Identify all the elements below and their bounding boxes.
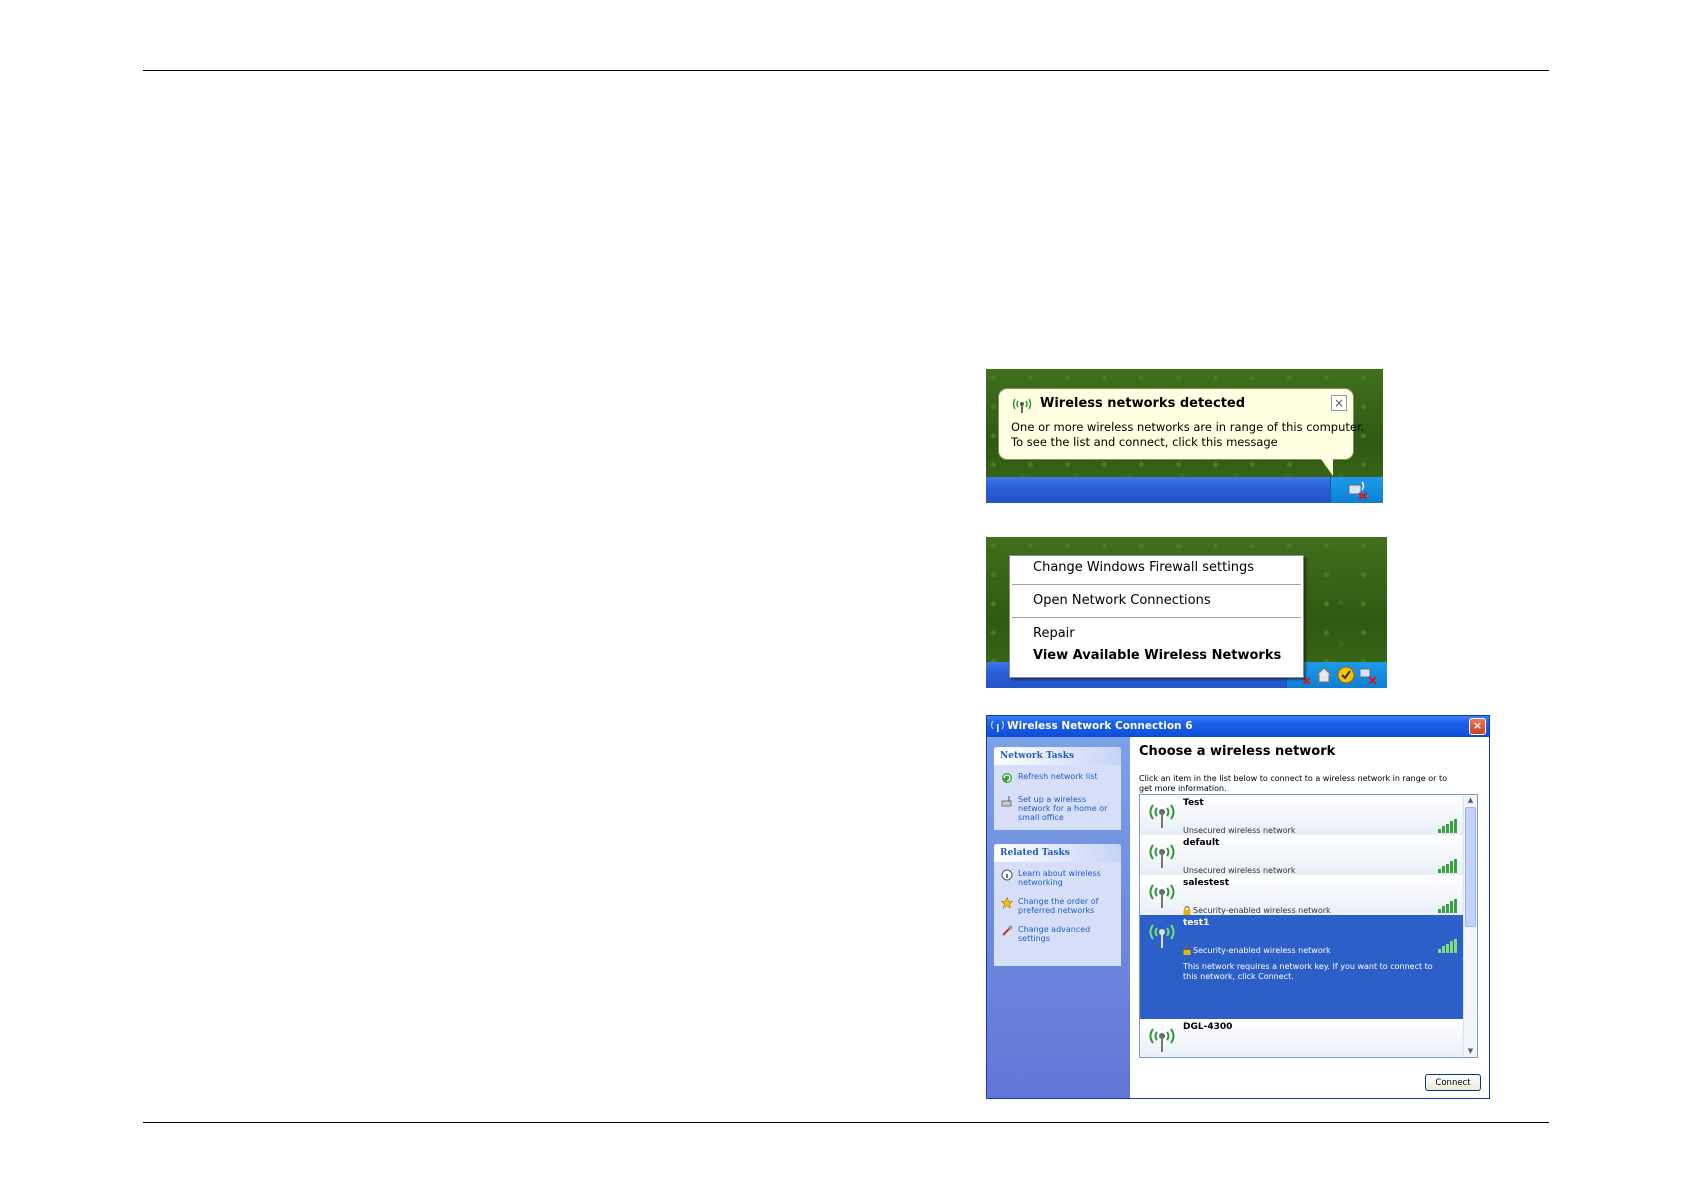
network-name: test1: [1183, 918, 1210, 928]
scroll-thumb[interactable]: [1465, 807, 1476, 927]
network-key-notice: This network requires a network key. If …: [1183, 962, 1433, 981]
wireless-setup-icon: [1001, 796, 1012, 807]
wireless-network-dialog: Wireless Network Connection 6 × Network …: [986, 715, 1490, 1099]
signal-strength-icon: [1438, 899, 1457, 913]
info-icon: [1001, 869, 1013, 881]
antenna-icon: [1149, 884, 1175, 908]
network-status: Security-enabled wireless network: [1193, 906, 1331, 915]
dialog-title-bar: Wireless Network Connection 6 ×: [987, 716, 1489, 737]
wireless-balloon[interactable]: Wireless networks detected One or more w…: [998, 388, 1364, 476]
network-item-default[interactable]: default Unsecured wireless network: [1140, 835, 1465, 876]
tray-context-menu: Change Windows Firewall settings Open Ne…: [1009, 555, 1304, 678]
context-menu-screenshot: Change Windows Firewall settings Open Ne…: [986, 537, 1387, 688]
antenna-icon: [1149, 804, 1175, 828]
menu-item-view-wireless-networks[interactable]: View Available Wireless Networks: [1033, 648, 1281, 663]
antenna-icon: [1149, 1028, 1175, 1052]
dialog-main-pane: Choose a wireless network Click an item …: [1130, 737, 1489, 1098]
signal-strength-icon: [1438, 859, 1457, 873]
menu-item-open-network-connections[interactable]: Open Network Connections: [1033, 593, 1211, 608]
network-tasks-header: Network Tasks: [994, 747, 1121, 765]
network-name: DGL-4300: [1183, 1022, 1233, 1032]
menu-item-repair[interactable]: Repair: [1033, 626, 1075, 641]
star-icon: [1001, 897, 1013, 909]
signal-strength-icon: [1438, 939, 1457, 953]
task-sidebar: Network Tasks Refresh network list Set u…: [987, 737, 1130, 1098]
choose-network-description: Click an item in the list below to conne…: [1139, 774, 1448, 793]
network-status: Unsecured wireless network: [1183, 826, 1296, 835]
lock-icon: [1183, 946, 1191, 955]
balloon-tail: [1321, 459, 1333, 476]
taskbar: [986, 477, 1383, 503]
network-name: default: [1183, 838, 1220, 848]
network-item-test1[interactable]: test1 Security-enabled wireless network …: [1140, 915, 1465, 1020]
network-disconnected-icon[interactable]: [1359, 666, 1377, 684]
menu-separator: [1012, 617, 1301, 618]
menu-item-firewall-settings[interactable]: Change Windows Firewall settings: [1033, 560, 1254, 575]
lock-icon: [1183, 906, 1191, 915]
home-icon[interactable]: [1315, 666, 1333, 684]
network-item-test[interactable]: Test Unsecured wireless network: [1140, 795, 1465, 836]
dialog-title: Wireless Network Connection 6: [1007, 720, 1193, 732]
network-item-salestest[interactable]: salestest Security-enabled wireless netw…: [1140, 875, 1465, 916]
scroll-up-arrow-icon[interactable]: ▲: [1464, 795, 1477, 806]
refresh-icon: [1002, 773, 1012, 783]
learn-wireless-link[interactable]: Learn about wireless networking: [994, 869, 1121, 887]
wireless-icon: [990, 720, 1005, 732]
setup-wireless-network-link[interactable]: Set up a wireless network for a home or …: [994, 795, 1121, 822]
connect-button[interactable]: Connect: [1425, 1074, 1481, 1091]
scroll-down-arrow-icon[interactable]: ▼: [1464, 1046, 1477, 1057]
balloon-close-button[interactable]: ×: [1331, 395, 1347, 411]
bottom-rule: [143, 1122, 1549, 1123]
dialog-close-button[interactable]: ×: [1469, 718, 1486, 735]
wireless-icon: [1012, 398, 1032, 413]
settings-icon: [1002, 925, 1013, 936]
network-list-scrollbar[interactable]: ▲ ▼: [1463, 795, 1477, 1057]
network-item-dgl-4300[interactable]: DGL-4300: [1140, 1019, 1465, 1057]
network-tasks-panel: Network Tasks Refresh network list Set u…: [994, 747, 1121, 830]
change-advanced-settings-link[interactable]: Change advanced settings: [994, 925, 1121, 943]
change-network-order-link[interactable]: Change the order of preferred networks: [994, 897, 1121, 915]
network-status: Security-enabled wireless network: [1193, 946, 1331, 955]
network-status: Unsecured wireless network: [1183, 866, 1296, 875]
balloon-line-1: One or more wireless networks are in ran…: [1011, 420, 1365, 434]
network-name: salestest: [1183, 878, 1230, 888]
balloon-line-2: To see the list and connect, click this …: [1011, 435, 1278, 449]
security-alert-icon[interactable]: [1337, 666, 1355, 684]
signal-strength-icon: [1438, 819, 1457, 833]
related-tasks-header: Related Tasks: [994, 844, 1121, 862]
related-tasks-panel: Related Tasks Learn about wireless netwo…: [994, 844, 1121, 966]
balloon-screenshot: Wireless networks detected One or more w…: [986, 369, 1383, 503]
antenna-icon: [1149, 844, 1175, 868]
wireless-disconnected-icon[interactable]: [1345, 479, 1369, 499]
choose-network-title: Choose a wireless network: [1139, 744, 1336, 759]
balloon-title: Wireless networks detected: [1040, 396, 1246, 411]
network-name: Test: [1183, 798, 1204, 808]
antenna-icon: [1149, 924, 1175, 948]
network-list: Test Unsecured wireless network default …: [1139, 794, 1478, 1058]
menu-separator: [1012, 584, 1301, 585]
system-tray: [1330, 477, 1383, 503]
top-rule: [143, 70, 1549, 71]
refresh-network-list-link[interactable]: Refresh network list: [994, 772, 1121, 783]
